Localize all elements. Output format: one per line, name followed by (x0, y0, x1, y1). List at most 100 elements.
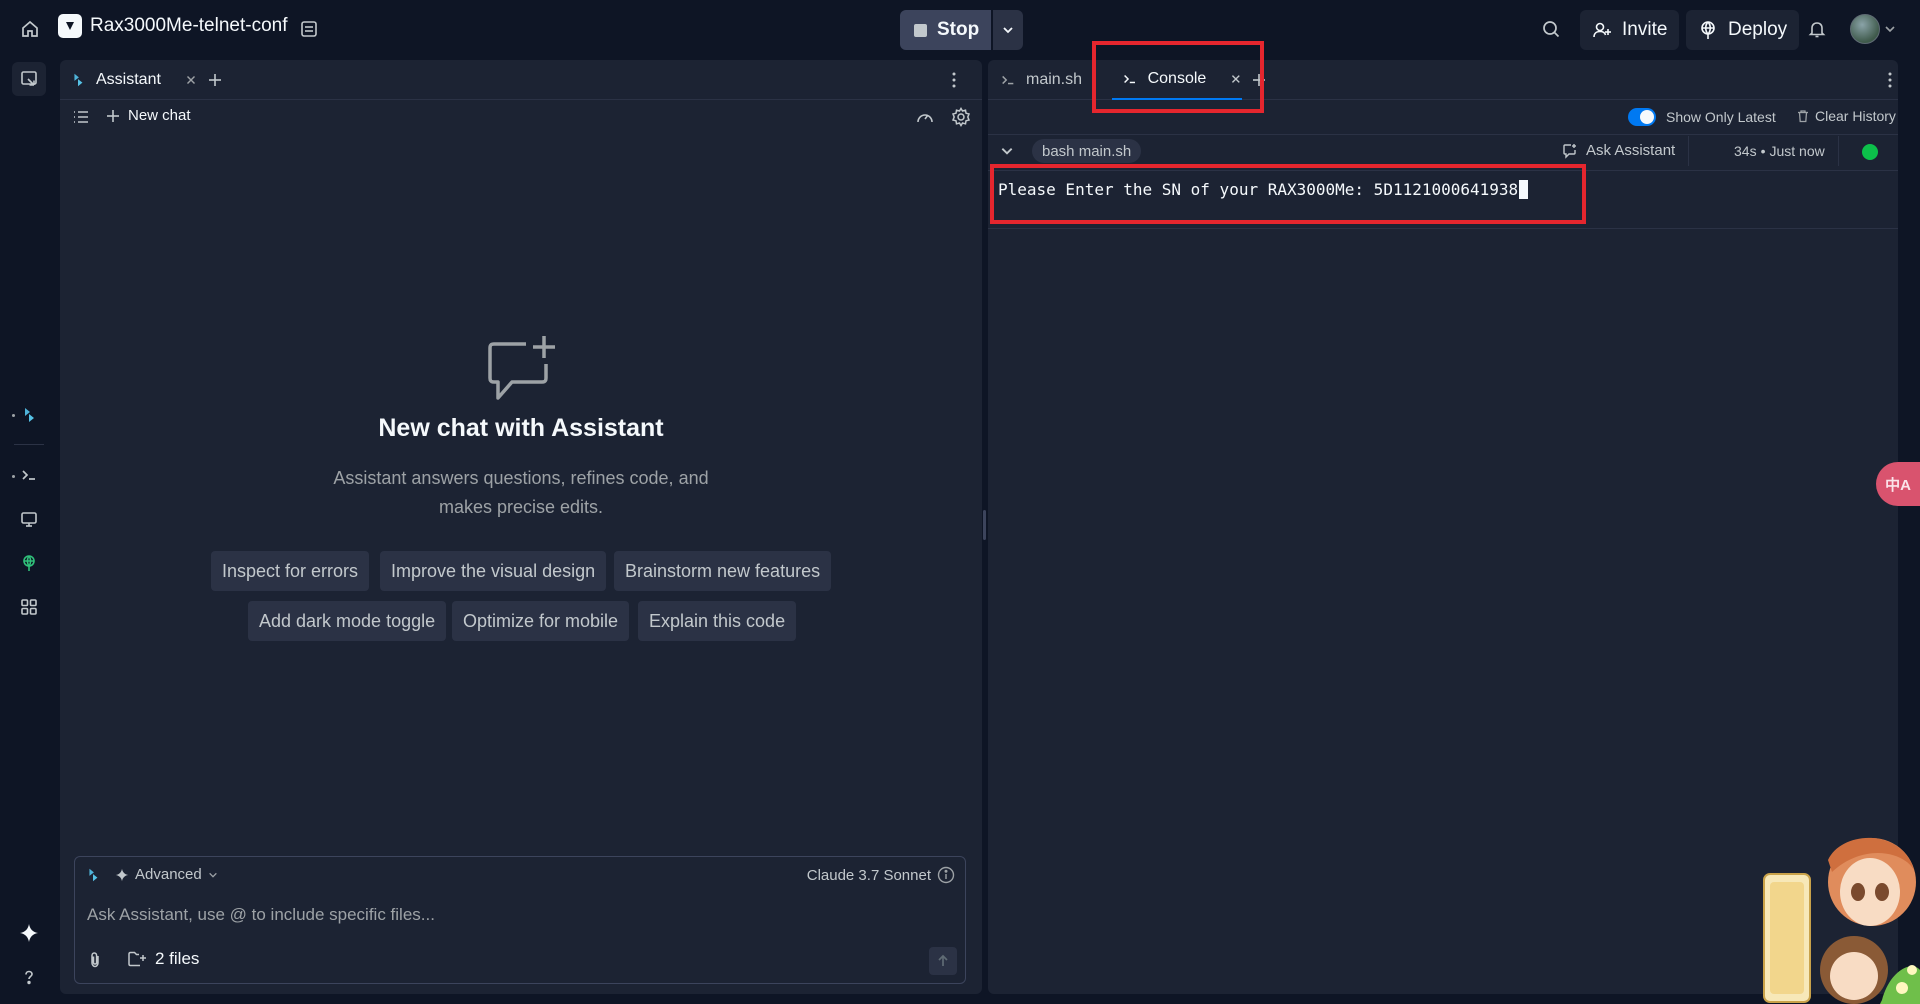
close-icon[interactable] (185, 74, 197, 86)
mascot-sticker-image (1762, 820, 1920, 1004)
usage-gauge-icon[interactable] (915, 108, 935, 126)
left-rail (0, 58, 58, 1004)
translate-floating-button[interactable]: 中A (1876, 462, 1920, 506)
divider (1688, 136, 1689, 166)
webview-monitor-icon[interactable] (12, 502, 46, 536)
ask-assistant-label: Ask Assistant (1586, 142, 1676, 159)
deploy-label: Deploy (1728, 19, 1788, 40)
suggestion-dark-mode-button[interactable]: Add dark mode toggle (248, 601, 447, 641)
add-tab-button[interactable] (1252, 60, 1266, 100)
rail-divider (14, 444, 44, 445)
deploy-button[interactable]: Deploy (1686, 10, 1800, 50)
add-user-icon (1593, 22, 1611, 38)
info-icon[interactable] (937, 866, 955, 884)
tab-assistant[interactable]: Assistant (70, 60, 197, 100)
divider (988, 170, 1898, 171)
show-only-latest-label: Show Only Latest (1666, 109, 1776, 125)
plus-icon (209, 74, 221, 86)
new-chat-button[interactable]: New chat (106, 107, 191, 124)
suggestion-explain-code-button[interactable]: Explain this code (638, 601, 797, 641)
home-icon[interactable] (13, 12, 47, 46)
deploy-icon (1701, 21, 1715, 39)
chevron-down-icon (208, 872, 217, 878)
collapse-run-button[interactable] (1000, 144, 1014, 158)
all-tools-grid-icon[interactable] (12, 590, 46, 624)
chat-plus-icon (1563, 143, 1576, 159)
toggle-switch[interactable] (1628, 108, 1656, 126)
more-vertical-icon (1888, 72, 1892, 88)
suggestion-improve-design-button[interactable]: Improve the visual design (380, 551, 607, 591)
assistant-icon (74, 73, 83, 87)
avatar (1850, 14, 1880, 44)
chevron-down-icon (1885, 26, 1895, 33)
more-vertical-icon (952, 72, 956, 88)
stop-button[interactable]: Stop (900, 10, 992, 50)
pane-menu-button[interactable] (1888, 60, 1892, 100)
add-tab-button[interactable] (208, 60, 222, 100)
assistant-icon (85, 867, 101, 883)
divider (988, 134, 1898, 135)
sparkle-icon (115, 868, 129, 881)
arrow-up-icon (938, 954, 948, 966)
clear-history-label: Clear History (1815, 108, 1896, 124)
divider (1838, 136, 1839, 166)
divider (988, 228, 1898, 229)
run-timing: 34s • Just now (1734, 143, 1825, 159)
attach-paperclip-icon[interactable] (87, 951, 103, 969)
empty-state-description-line1: Assistant answers questions, refines cod… (333, 468, 709, 488)
repl-name: Rax3000Me-telnet-conf (90, 15, 288, 36)
invite-label: Invite (1622, 19, 1668, 40)
chevron-down-icon (1001, 148, 1013, 155)
console-cursor (1519, 180, 1529, 199)
deployments-globe-icon[interactable] (12, 546, 46, 580)
suggestion-brainstorm-button[interactable]: Brainstorm new features (614, 551, 832, 591)
assistant-composer: Advanced Claude 3.7 Sonnet Ask Assistant… (74, 856, 966, 984)
tab-label: main.sh (1026, 71, 1083, 88)
ask-assistant-button[interactable]: Ask Assistant (1562, 142, 1675, 159)
clear-history-button[interactable]: Clear History (1796, 108, 1896, 124)
run-duration: 34s (1734, 143, 1757, 159)
plus-icon (107, 109, 119, 122)
toggle-sidebar-icon[interactable] (12, 62, 46, 96)
pane-resize-handle[interactable] (983, 510, 986, 540)
search-icon[interactable] (1534, 12, 1568, 46)
plus-icon (1253, 74, 1265, 86)
run-separator: • (1760, 143, 1766, 159)
close-icon[interactable] (1230, 73, 1242, 85)
console-output[interactable]: Please Enter the SN of your RAX3000Me: 5… (998, 180, 1529, 199)
mode-label: Advanced (135, 866, 202, 883)
tab-main-sh[interactable]: main.sh (1000, 60, 1082, 100)
tab-label: Assistant (96, 71, 161, 88)
mode-select[interactable]: Advanced (115, 866, 218, 883)
run-options-button[interactable] (993, 10, 1024, 50)
help-icon[interactable] (12, 960, 46, 994)
suggestion-optimize-mobile-button[interactable]: Optimize for mobile (452, 601, 630, 641)
chat-history-button[interactable] (72, 108, 90, 126)
empty-state-title: New chat with Assistant (378, 414, 664, 442)
running-status-dot (1862, 144, 1878, 160)
sparkle-icon[interactable] (12, 916, 46, 950)
assistant-prompt-input[interactable]: Ask Assistant, use @ to include specific… (87, 905, 435, 925)
invite-button[interactable]: Invite (1580, 10, 1680, 50)
assistant-pane: Assistant New chat New chat with Assista… (60, 60, 982, 994)
suggestion-inspect-errors-button[interactable]: Inspect for errors (211, 551, 370, 591)
chevron-down-icon (1003, 27, 1013, 34)
pane-menu-button[interactable] (952, 60, 956, 100)
top-bar: Rax3000Me-telnet-conf Stop Invite Deploy (0, 0, 1920, 58)
console-tab-bar: main.sh Console (988, 60, 1898, 100)
console-icon[interactable] (12, 458, 46, 492)
run-time: Just now (1769, 143, 1825, 159)
repl-title[interactable]: Rax3000Me-telnet-conf (58, 14, 288, 38)
show-only-latest-toggle[interactable]: Show Only Latest (1628, 108, 1776, 126)
tab-console[interactable]: Console (1112, 60, 1242, 100)
stop-label: Stop (937, 19, 980, 40)
run-command-badge: bash main.sh (1032, 139, 1142, 163)
assistant-icon[interactable] (12, 398, 46, 432)
model-select[interactable]: Claude 3.7 Sonnet (807, 866, 955, 884)
notifications-bell-icon[interactable] (1800, 12, 1834, 46)
repl-info-icon[interactable] (292, 12, 326, 46)
send-button[interactable] (929, 947, 957, 975)
user-menu-button[interactable] (1850, 14, 1896, 44)
context-files-button[interactable]: 2 files (127, 949, 199, 969)
settings-gear-icon[interactable] (951, 107, 971, 127)
